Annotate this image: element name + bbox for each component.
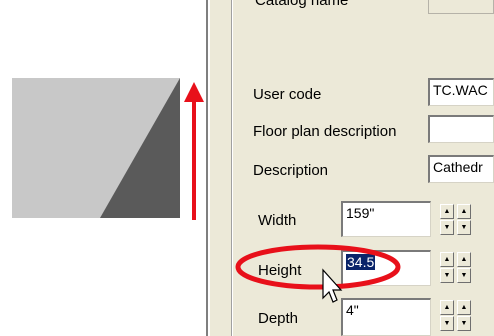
description-label: Description: [253, 162, 329, 179]
width-spin-up-2[interactable]: ▲: [457, 204, 471, 219]
floor-plan-description-label: Floor plan description: [253, 123, 397, 140]
catalog-name-field[interactable]: [428, 0, 494, 14]
dialog-edge-highlight: [208, 0, 210, 336]
width-spin-down-2[interactable]: ▼: [457, 220, 471, 235]
spin-down-icon: ▼: [443, 272, 451, 279]
width-field[interactable]: 159": [341, 201, 431, 237]
depth-label: Depth: [258, 310, 299, 327]
spin-down-icon: ▼: [443, 224, 451, 231]
spin-up-icon: ▲: [443, 304, 451, 311]
spin-up-icon: ▲: [443, 256, 451, 263]
spin-down-icon: ▼: [460, 320, 468, 327]
up-arrow-icon: [184, 82, 204, 102]
width-spin-down[interactable]: ▼: [440, 220, 454, 235]
height-label: Height: [258, 262, 302, 279]
spin-down-icon: ▼: [460, 224, 468, 231]
width-label: Width: [258, 212, 297, 229]
spin-up-icon: ▲: [460, 304, 468, 311]
width-spin-up[interactable]: ▲: [440, 204, 454, 219]
depth-spin-down-2[interactable]: ▼: [457, 316, 471, 331]
description-field[interactable]: Cathedr: [428, 155, 494, 183]
height-spin-up[interactable]: ▲: [440, 252, 454, 267]
height-spin-down-2[interactable]: ▼: [457, 268, 471, 283]
height-illustration: [12, 78, 204, 220]
height-spin-down[interactable]: ▼: [440, 268, 454, 283]
height-field[interactable]: 34.5: [341, 250, 431, 286]
depth-field[interactable]: 4": [341, 298, 431, 336]
spin-down-icon: ▼: [443, 320, 451, 327]
depth-spin-up-2[interactable]: ▲: [457, 300, 471, 315]
spin-up-icon: ▲: [460, 256, 468, 263]
spin-up-icon: ▲: [460, 208, 468, 215]
catalog-name-label: Catalog name: [255, 0, 349, 9]
groupbox-line-highlight: [232, 0, 233, 336]
spin-up-icon: ▲: [443, 208, 451, 215]
user-code-field[interactable]: TC.WAC: [428, 78, 494, 106]
spin-down-icon: ▼: [460, 272, 468, 279]
user-code-label: User code: [253, 86, 322, 103]
height-selected-value: 34.5: [346, 254, 376, 270]
depth-spin-up[interactable]: ▲: [440, 300, 454, 315]
floor-plan-description-field[interactable]: [428, 115, 494, 143]
height-spin-up-2[interactable]: ▲: [457, 252, 471, 267]
depth-spin-down[interactable]: ▼: [440, 316, 454, 331]
